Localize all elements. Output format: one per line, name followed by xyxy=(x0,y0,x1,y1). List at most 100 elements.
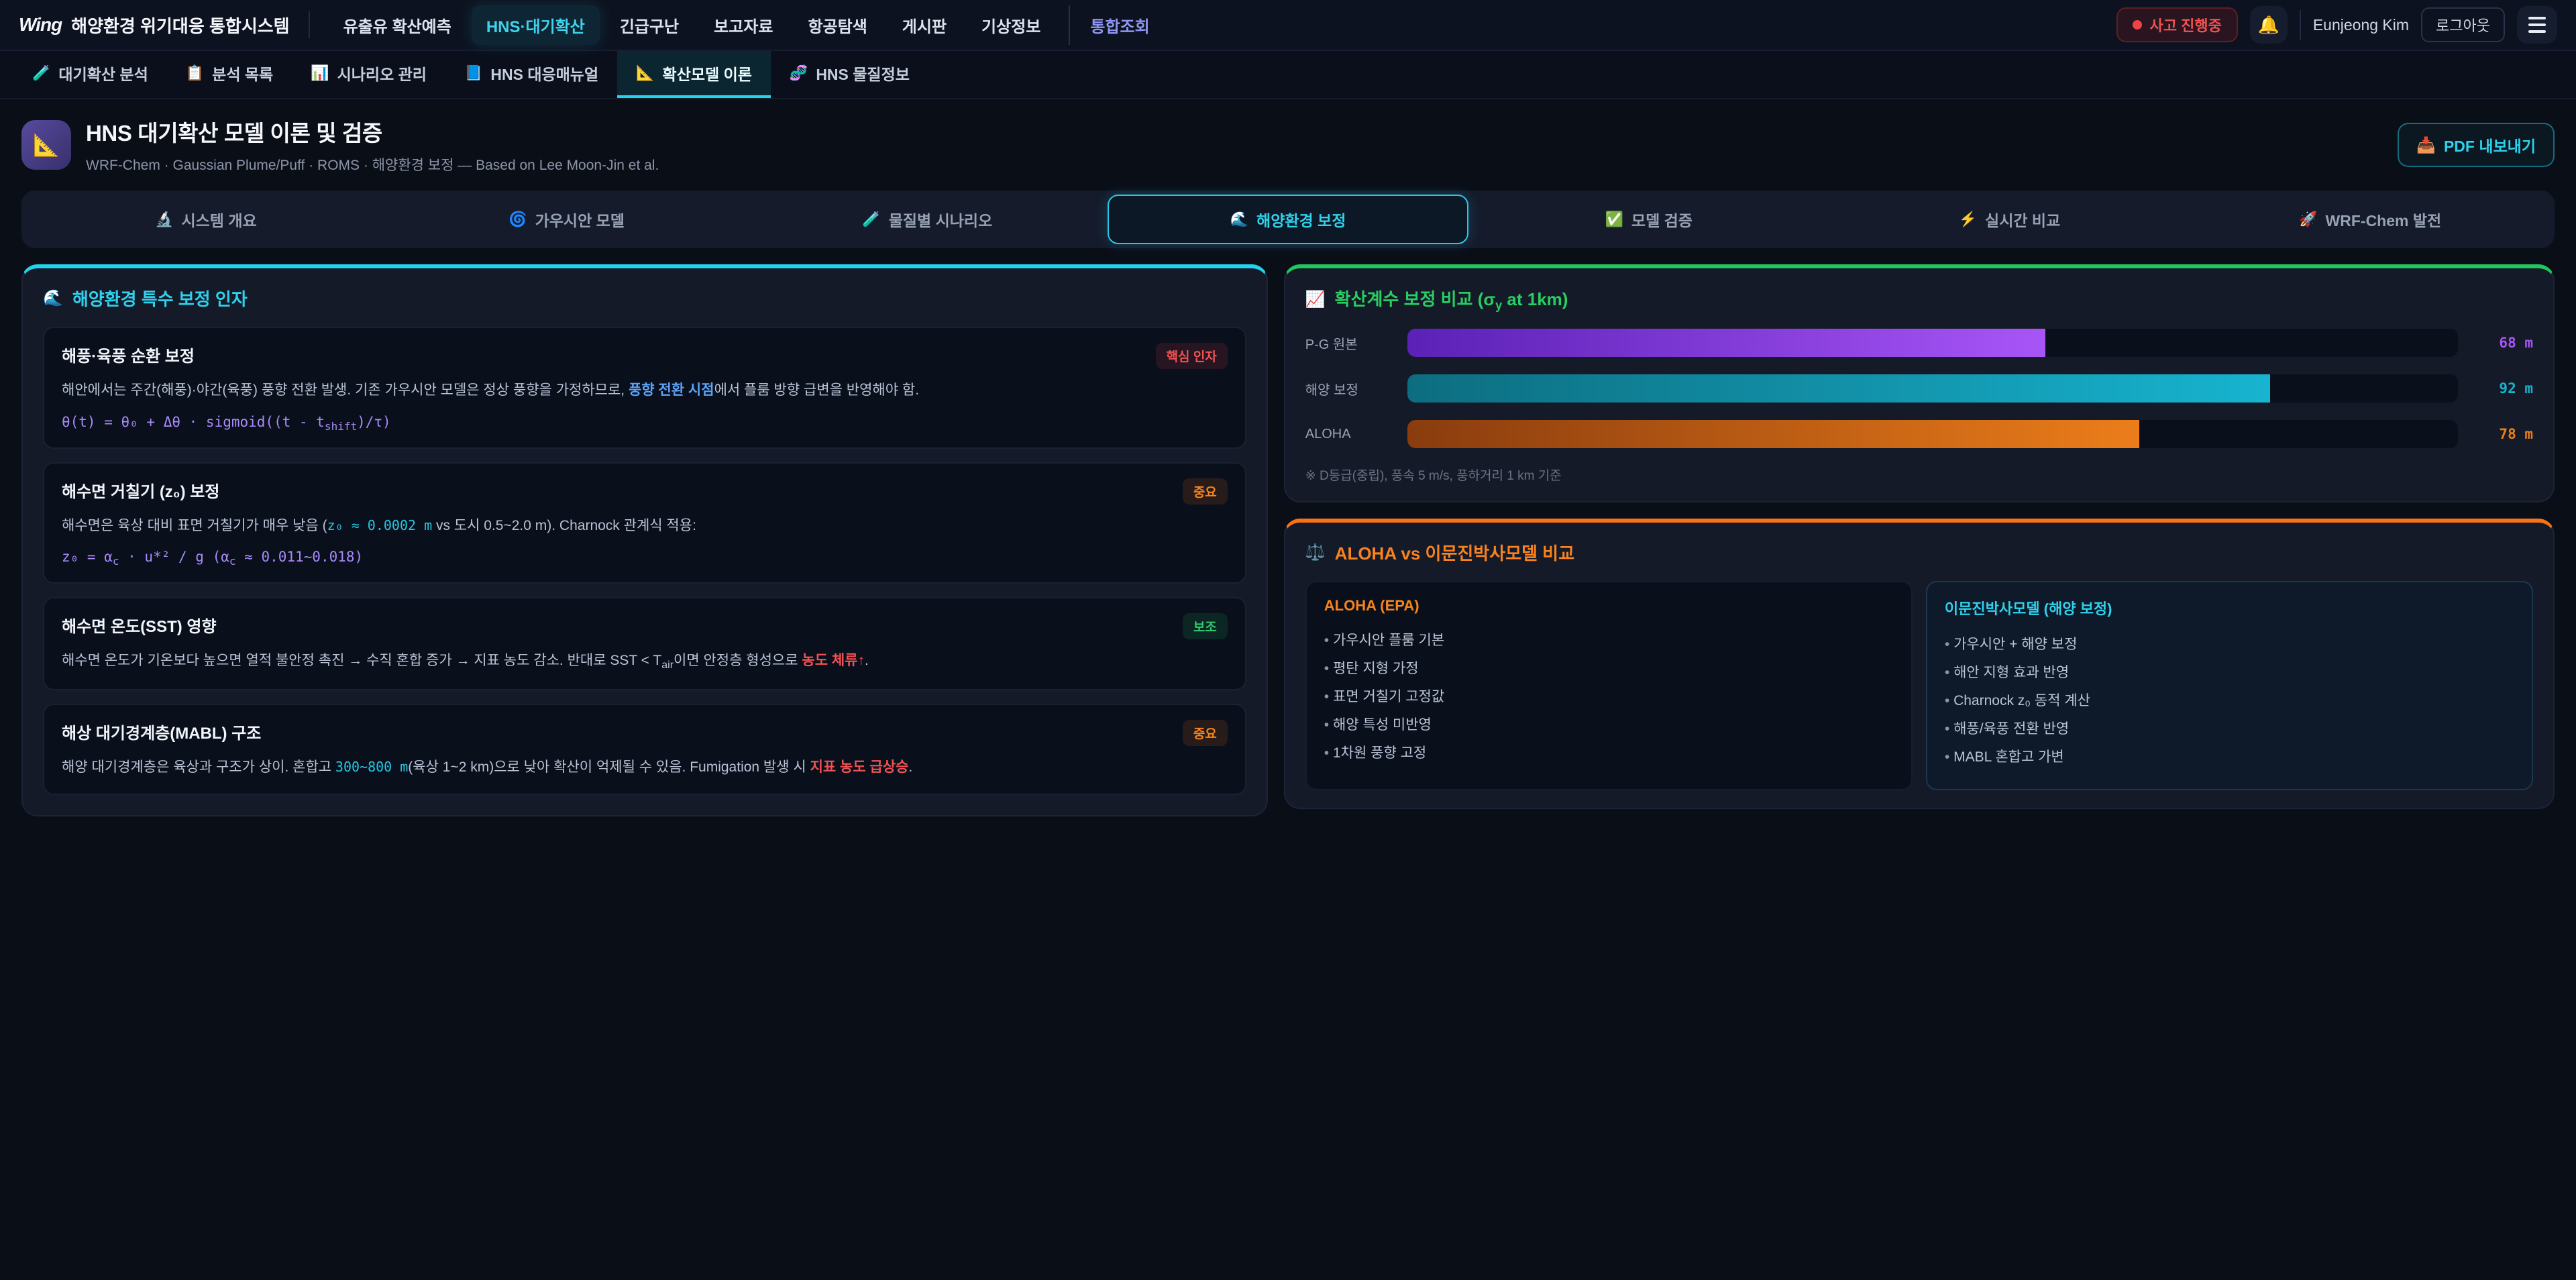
factor-formula: z₀ = αc · u*² / g (αc ≈ 0.011~0.018) xyxy=(62,549,1228,568)
tab-system-overview[interactable]: 🔬 시스템 개요 xyxy=(25,195,386,244)
tab-model-validation[interactable]: ✅ 모델 검증 xyxy=(1468,195,1829,244)
section-tabs: 🔬 시스템 개요 🌀 가우시안 모델 🧪 물질별 시나리오 🌊 해양환경 보정 … xyxy=(21,191,2555,248)
nav-item-air-search[interactable]: 항공탐색 xyxy=(793,5,881,45)
bar-row-pg-original: P-G 원본 68 m xyxy=(1305,329,2533,357)
model-comparison-panel: ⚖️ ALOHA vs 이문진박사모델 비교 ALOHA (EPA) 가우시안 … xyxy=(1284,519,2555,809)
bar-label: 해양 보정 xyxy=(1305,379,1391,398)
factor-body: 해안에서는 주간(해풍)·야간(육풍) 풍향 전환 발생. 기존 가우시안 모델… xyxy=(62,380,1228,402)
list-item: MABL 혼합고 가변 xyxy=(1945,743,2514,771)
subnav-item-diffusion-analysis[interactable]: 🧪 대기확산 분석 xyxy=(13,51,167,98)
brand-title: 해양환경 위기대응 통합시스템 xyxy=(71,13,289,38)
bar-row-marine-corrected: 해양 보정 92 m xyxy=(1305,374,2533,403)
subnav-item-scenario-management[interactable]: 📊 시나리오 관리 xyxy=(292,51,445,98)
factor-body: 해수면은 육상 대비 표면 거칠기가 매우 낮음 (z₀ ≈ 0.0002 m … xyxy=(62,515,1228,537)
value-mixing-height: 300~800 m xyxy=(335,759,408,775)
nav-item-board[interactable]: 게시판 xyxy=(888,5,961,45)
alert-concentration-retention: 농도 체류↑ xyxy=(802,653,865,668)
chart-header: 📈 확산계수 보정 비교 (σy at 1km) xyxy=(1305,286,2533,313)
subnav-item-hns-substance-info[interactable]: 🧬 HNS 물질정보 xyxy=(771,51,928,98)
sub-navbar: 🧪 대기확산 분석 📋 분석 목록 📊 시나리오 관리 📘 HNS 대응매뉴얼 … xyxy=(0,51,2576,99)
factor-badge: 보조 xyxy=(1183,613,1228,639)
wave-icon: 🌊 xyxy=(1230,211,1248,228)
page-title-icon: 📐 xyxy=(21,120,71,170)
bar-label: ALOHA xyxy=(1305,427,1391,442)
cyclone-icon: 🌀 xyxy=(508,211,527,228)
tab-wrf-chem[interactable]: 🚀 WRF-Chem 발전 xyxy=(2190,195,2551,244)
book-icon: 📘 xyxy=(464,64,482,82)
bar-fill-pg-original xyxy=(1407,329,2045,357)
highlight-wind-shift: 풍향 전환 시점 xyxy=(629,382,714,398)
factor-title: 해수면 거칠기 (z₀) 보정 xyxy=(62,478,219,502)
balance-scale-icon: ⚖️ xyxy=(1305,543,1326,562)
nav-item-rescue[interactable]: 긴급구난 xyxy=(605,5,694,45)
bar-chart-icon: 📊 xyxy=(311,64,329,82)
nav-item-weather[interactable]: 기상정보 xyxy=(967,5,1055,45)
factor-card-sst: 해수면 온도(SST) 영향 보조 해수면 온도가 기온보다 높으면 열적 불안… xyxy=(43,597,1246,690)
bar-track xyxy=(1407,329,2458,357)
logout-button[interactable]: 로그아웃 xyxy=(2421,7,2505,42)
triangle-ruler-icon: 📐 xyxy=(636,64,654,82)
page-title-block: HNS 대기확산 모델 이론 및 검증 WRF-Chem · Gaussian … xyxy=(86,115,659,174)
list-item: 해안 지형 효과 반영 xyxy=(1945,659,2514,687)
incident-label: 사고 진행중 xyxy=(2150,14,2222,36)
tab-substance-scenarios[interactable]: 🧪 물질별 시나리오 xyxy=(747,195,1108,244)
app-root: Wing 해양환경 위기대응 통합시스템 유출유 확산예측 HNS·대기확산 긴… xyxy=(0,0,2576,1280)
factor-card-surface-roughness: 해수면 거칠기 (z₀) 보정 중요 해수면은 육상 대비 표면 거칠기가 매우… xyxy=(43,462,1246,584)
subnav-item-analysis-list[interactable]: 📋 분석 목록 xyxy=(167,51,292,98)
factor-card-mabl: 해상 대기경계층(MABL) 구조 중요 해양 대기경계층은 육상과 구조가 상… xyxy=(43,704,1246,795)
incident-dot-icon xyxy=(2133,20,2142,30)
bar-fill-marine-corrected xyxy=(1407,374,2271,403)
subnav-item-hns-manual[interactable]: 📘 HNS 대응매뉴얼 xyxy=(445,51,617,98)
notifications-button[interactable]: 🔔 xyxy=(2250,6,2288,44)
nav-item-integrated-search[interactable]: 통합조회 xyxy=(1069,5,1164,45)
factor-card-sea-land-breeze: 해풍·육풍 순환 보정 핵심 인자 해안에서는 주간(해풍)·야간(육풍) 풍향… xyxy=(43,327,1246,449)
list-item: 표면 거칠기 고정값 xyxy=(1324,683,1894,711)
top-navbar: Wing 해양환경 위기대응 통합시스템 유출유 확산예측 HNS·대기확산 긴… xyxy=(0,0,2576,51)
page-subtitle: WRF-Chem · Gaussian Plume/Puff · ROMS · … xyxy=(86,154,659,174)
chart-increasing-icon: 📈 xyxy=(1305,290,1326,309)
download-icon: 📥 xyxy=(2416,136,2436,154)
hamburger-menu-button[interactable] xyxy=(2517,6,2557,44)
brand-logo-icon: Wing xyxy=(19,14,62,36)
factor-formula: θ(t) = θ₀ + Δθ · sigmoid((t - tshift)/τ) xyxy=(62,414,1228,433)
diffusion-coefficient-panel: 📈 확산계수 보정 비교 (σy at 1km) P-G 원본 68 m 해양 … xyxy=(1284,264,2555,502)
right-column: 📈 확산계수 보정 비교 (σy at 1km) P-G 원본 68 m 해양 … xyxy=(1284,264,2555,809)
page-header: 📐 HNS 대기확산 모델 이론 및 검증 WRF-Chem · Gaussia… xyxy=(0,99,2576,188)
nav-item-hns-diffusion[interactable]: HNS·대기확산 xyxy=(472,5,600,45)
bar-label: P-G 원본 xyxy=(1305,333,1391,353)
subnav-item-model-theory[interactable]: 📐 확산모델 이론 xyxy=(617,51,771,98)
rocket-icon: 🚀 xyxy=(2299,211,2317,228)
bar-track xyxy=(1407,374,2458,403)
aloha-box: ALOHA (EPA) 가우시안 플룸 기본 평탄 지형 가정 표면 거칠기 고… xyxy=(1305,581,1913,790)
brand[interactable]: Wing 해양환경 위기대응 통합시스템 xyxy=(19,13,290,38)
nav-item-reports[interactable]: 보고자료 xyxy=(699,5,788,45)
factor-body: 해양 대기경계층은 육상과 구조가 상이. 혼합고 300~800 m(육상 1… xyxy=(62,757,1228,779)
main-menu: 유출유 확산예측 HNS·대기확산 긴급구난 보고자료 항공탐색 게시판 기상정… xyxy=(329,5,2116,45)
bar-row-aloha: ALOHA 78 m xyxy=(1305,420,2533,448)
bar-value: 78 m xyxy=(2474,426,2533,442)
marine-model-box: 이문진박사모델 (해양 보정) 가우시안 + 해양 보정 해안 지형 효과 반영… xyxy=(1926,581,2533,790)
user-name: Eunjeong Kim xyxy=(2313,16,2409,34)
factor-badge: 핵심 인자 xyxy=(1156,343,1228,369)
list-item: Charnock z₀ 동적 계산 xyxy=(1945,687,2514,715)
factor-badge: 중요 xyxy=(1183,478,1228,504)
tab-realtime-comparison[interactable]: ⚡ 실시간 비교 xyxy=(1829,195,2190,244)
page-title: HNS 대기확산 모델 이론 및 검증 xyxy=(86,115,659,148)
bar-fill-aloha xyxy=(1407,420,2139,448)
list-item: 가우시안 플룸 기본 xyxy=(1324,627,1894,655)
bar-value: 92 m xyxy=(2474,380,2533,396)
tab-marine-correction[interactable]: 🌊 해양환경 보정 xyxy=(1108,195,1468,244)
list-item: 해풍/육풍 전환 반영 xyxy=(1945,715,2514,743)
value-roughness: z₀ ≈ 0.0002 m xyxy=(327,517,433,533)
pdf-export-button[interactable]: 📥 PDF 내보내기 xyxy=(2398,123,2555,167)
tab-gaussian-model[interactable]: 🌀 가우시안 모델 xyxy=(386,195,747,244)
nav-item-oil-spill[interactable]: 유출유 확산예측 xyxy=(329,5,466,45)
marine-model-title: 이문진박사모델 (해양 보정) xyxy=(1945,597,2514,619)
bar-value: 68 m xyxy=(2474,335,2533,351)
factor-body: 해수면 온도가 기온보다 높으면 열적 불안정 촉진 → 수직 혼합 증가 → … xyxy=(62,650,1228,674)
bell-icon: 🔔 xyxy=(2258,15,2279,36)
factor-title: 해상 대기경계층(MABL) 구조 xyxy=(62,720,261,743)
marine-model-feature-list: 가우시안 + 해양 보정 해안 지형 효과 반영 Charnock z₀ 동적 … xyxy=(1945,631,2514,771)
topbar-right: 사고 진행중 🔔 Eunjeong Kim 로그아웃 xyxy=(2116,6,2558,44)
triangle-ruler-icon: 📐 xyxy=(33,132,60,158)
